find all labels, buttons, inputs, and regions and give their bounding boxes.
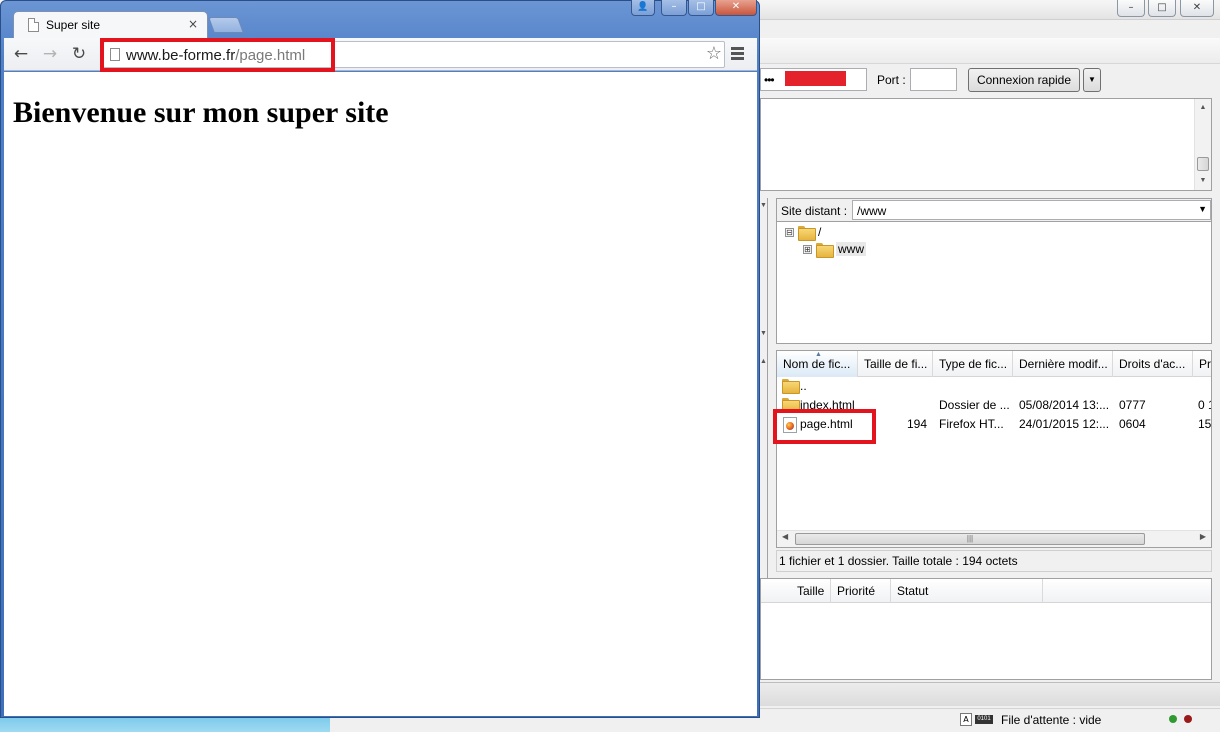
file-permissions: 0604	[1119, 417, 1146, 431]
scroll-thumb[interactable]	[1197, 157, 1209, 171]
status-icons: A 0101	[960, 713, 996, 727]
scroll-thumb[interactable]: |||	[795, 533, 1145, 545]
password-mask: •••	[764, 73, 775, 87]
remote-summary: 1 fichier et 1 dossier. Taille totale : …	[776, 550, 1212, 572]
message-log: ▲ ▼	[760, 98, 1212, 191]
reload-icon[interactable]: ↻	[68, 43, 90, 65]
remote-site-label: Site distant :	[781, 204, 848, 218]
column-header-name[interactable]: ▲ Nom de fic...	[777, 351, 858, 377]
chrome-menu-icon[interactable]	[731, 47, 745, 60]
column-header-modified[interactable]: Dernière modif...	[1013, 351, 1113, 377]
tree-item-www[interactable]: ⊞ www	[803, 241, 866, 258]
url-highlight-box	[100, 38, 335, 72]
port-label: Port :	[877, 73, 906, 87]
file-row-parent[interactable]: ..	[777, 377, 1211, 396]
chrome-maximize-button[interactable]: □	[688, 0, 714, 16]
scroll-up-arrow-icon: ▲	[760, 358, 767, 365]
scroll-down-arrow-icon[interactable]: ▼	[1195, 174, 1211, 188]
file-modified: 05/08/2014 13:...	[1019, 398, 1110, 412]
transfer-queue: Taille Priorité Statut	[760, 578, 1212, 680]
quickconnect-dropdown-button[interactable]: ▼	[1083, 68, 1101, 92]
chrome-minimize-button[interactable]: –	[661, 0, 687, 16]
bookmark-star-icon[interactable]: ☆	[706, 43, 722, 64]
scroll-left-arrow-icon[interactable]: ◀	[782, 532, 788, 541]
file-type: Dossier de ...	[939, 398, 1010, 412]
binary-mode-icon: 0101	[975, 715, 993, 724]
chevron-down-icon[interactable]: ▼	[1198, 204, 1207, 214]
file-name: ..	[800, 379, 807, 393]
tree-item-label: www	[836, 242, 866, 256]
filezilla-close-button[interactable]: ✕	[1180, 0, 1214, 17]
user-icon: 👤	[637, 2, 649, 12]
dropdown-arrow-icon: ▼	[760, 202, 767, 209]
queue-column-priority[interactable]: Priorité	[831, 579, 891, 603]
column-header-size[interactable]: Taille de fi...	[858, 351, 933, 377]
queue-column-size[interactable]: Taille	[791, 579, 831, 603]
file-modified: 24/01/2015 12:...	[1019, 417, 1110, 431]
column-header-permissions[interactable]: Droits d'ac...	[1113, 351, 1193, 377]
remote-path-combobox[interactable]: /www ▼	[852, 200, 1211, 220]
new-tab-button[interactable]	[208, 17, 244, 33]
remote-site-bar: Site distant : /www ▼	[776, 198, 1212, 222]
filezilla-maximize-button[interactable]: □	[1148, 0, 1176, 17]
forward-arrow-icon[interactable]: →	[39, 43, 61, 65]
back-arrow-icon[interactable]: ←	[10, 43, 32, 65]
chrome-window: 👤 – □ ✕ Super site × ← → ↻ www.be-forme.…	[0, 0, 760, 718]
profile-button[interactable]: 👤	[631, 0, 655, 16]
queue-tabs-bar	[760, 682, 1220, 706]
file-highlight-box	[773, 409, 876, 444]
redaction-mark	[785, 71, 846, 86]
file-permissions: 0777	[1119, 398, 1146, 412]
column-header-owner[interactable]: Pro	[1193, 351, 1211, 377]
tree-item-root[interactable]: ⊟ /	[785, 224, 822, 241]
sort-ascending-icon: ▲	[815, 351, 822, 358]
queue-status-text: File d'attente : vide	[1001, 713, 1102, 727]
expand-toggle-icon[interactable]: ⊞	[803, 244, 812, 254]
message-log-scrollbar[interactable]: ▲ ▼	[1194, 99, 1211, 190]
queue-column-status[interactable]: Statut	[891, 579, 1043, 603]
send-led-icon	[1169, 715, 1177, 723]
password-field[interactable]: •••	[760, 68, 867, 91]
file-owner: 150	[1198, 417, 1212, 431]
file-list-horizontal-scrollbar[interactable]: ◀ ||| ▶	[777, 530, 1211, 547]
column-header-type[interactable]: Type de fic...	[933, 351, 1013, 377]
tree-item-label: /	[818, 225, 822, 239]
collapse-toggle-icon[interactable]: ⊟	[785, 227, 794, 237]
file-type: Firefox HT...	[939, 417, 1004, 431]
filezilla-minimize-button[interactable]: –	[1117, 0, 1145, 17]
quickconnect-button[interactable]: Connexion rapide	[968, 68, 1080, 92]
receive-led-icon	[1184, 715, 1192, 723]
remote-directory-tree: ⊟ / ⊞ www	[776, 222, 1212, 344]
taskbar-strip	[0, 718, 330, 732]
page-heading: Bienvenue sur mon super site	[13, 96, 389, 129]
scroll-down-arrow-icon: ▼	[760, 330, 767, 337]
browser-tab[interactable]: Super site ×	[13, 11, 208, 38]
file-owner: 0 1	[1198, 398, 1211, 412]
folder-icon	[782, 379, 800, 394]
chrome-close-button[interactable]: ✕	[715, 0, 757, 16]
remote-file-list: ▲ Nom de fic... Taille de fi... Type de …	[776, 350, 1212, 548]
file-size: 194	[907, 417, 928, 431]
local-pane-edge: ▼ ▼ ▲	[760, 198, 768, 578]
folder-icon	[816, 242, 834, 258]
file-list-header: ▲ Nom de fic... Taille de fi... Type de …	[777, 351, 1211, 377]
ascii-mode-icon: A	[960, 713, 972, 726]
scroll-right-arrow-icon[interactable]: ▶	[1200, 532, 1206, 541]
port-input[interactable]	[910, 68, 957, 91]
page-icon	[28, 18, 39, 32]
page-content: Bienvenue sur mon super site	[4, 72, 757, 716]
folder-icon	[798, 225, 816, 241]
remote-path-value: /www	[857, 204, 887, 218]
tab-close-icon[interactable]: ×	[188, 17, 198, 31]
tab-title: Super site	[46, 18, 101, 32]
scroll-up-arrow-icon[interactable]: ▲	[1195, 101, 1211, 115]
queue-header: Taille Priorité Statut	[761, 579, 1211, 603]
